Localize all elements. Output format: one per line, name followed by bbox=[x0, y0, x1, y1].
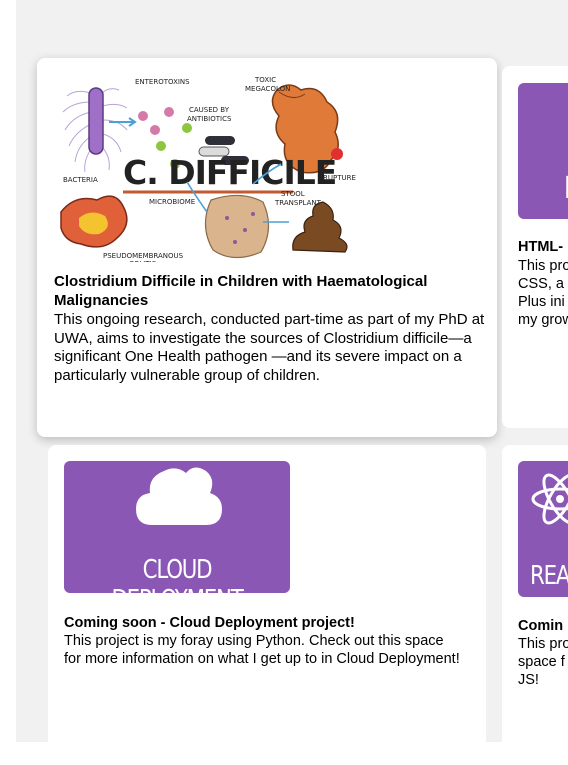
cloud-deployment-thumbnail: CLOUD DEPLOYMENT bbox=[64, 461, 290, 593]
svg-text:TOXIC: TOXIC bbox=[254, 76, 276, 84]
project-card-cdifficile[interactable]: C. DIFFICILE ENTEROTOXINS TOXIC MEGACOLO… bbox=[37, 58, 497, 437]
card-title-partial: HTML- bbox=[518, 239, 564, 255]
svg-text:MEGACOLON: MEGACOLON bbox=[245, 85, 290, 93]
svg-text:RUPTURE: RUPTURE bbox=[323, 174, 356, 182]
project-card-react[interactable]: REA Comin This pro space f JS! bbox=[502, 445, 568, 765]
card-description: This ongoing research, conducted part-ti… bbox=[54, 311, 485, 384]
thumbnail-letter: H bbox=[564, 171, 568, 206]
svg-text:BACTERIA: BACTERIA bbox=[63, 176, 98, 184]
project-card-cloud-deployment[interactable]: CLOUD DEPLOYMENT Coming soon - Cloud Dep… bbox=[48, 445, 486, 765]
card-title: Clostridium Difficile in Children with H… bbox=[54, 273, 428, 309]
card-title: Coming soon - Cloud Deployment project! bbox=[64, 615, 355, 631]
desc-line: This pro bbox=[518, 636, 568, 652]
card-description-partial: This pro CSS, a Plus ini my grow bbox=[518, 257, 568, 329]
svg-text:PSEUDOMEMBRANOUS: PSEUDOMEMBRANOUS bbox=[103, 252, 184, 260]
cdifficile-illustration: C. DIFFICILE ENTEROTOXINS TOXIC MEGACOLO… bbox=[57, 72, 363, 268]
svg-text:TRANSPLANT: TRANSPLANT bbox=[274, 199, 322, 207]
svg-text:COLITIS: COLITIS bbox=[129, 260, 157, 262]
html-project-thumbnail: H bbox=[518, 83, 568, 219]
cloud-icon bbox=[136, 467, 222, 525]
desc-line: JS! bbox=[518, 672, 539, 688]
illustration-title: C. DIFFICILE bbox=[123, 153, 336, 192]
card-description-partial: This pro space f JS! bbox=[518, 635, 568, 689]
svg-text:ANTIBIOTICS: ANTIBIOTICS bbox=[187, 115, 232, 123]
desc-line: This pro bbox=[518, 258, 568, 274]
react-atom-icon bbox=[531, 473, 568, 525]
desc-line: CSS, a bbox=[518, 276, 564, 292]
svg-text:MICROBIOME: MICROBIOME bbox=[149, 198, 195, 206]
svg-text:CAUSED BY: CAUSED BY bbox=[189, 106, 230, 114]
desc-line: Plus ini bbox=[518, 294, 565, 310]
desc-line: space f bbox=[518, 654, 565, 670]
thumbnail-label-partial: REA bbox=[530, 561, 568, 591]
card-description: This project is my foray using Python. C… bbox=[64, 633, 460, 667]
card-title-partial: Comin bbox=[518, 618, 564, 634]
project-card-html[interactable]: H HTML- This pro CSS, a Plus ini my grow bbox=[502, 66, 568, 428]
thumbnail-label: CLOUD DEPLOYMENT bbox=[111, 555, 243, 593]
svg-text:ENTEROTOXINS: ENTEROTOXINS bbox=[135, 78, 190, 86]
bacteria-drawing bbox=[62, 87, 128, 173]
react-project-thumbnail: REA bbox=[518, 461, 568, 597]
desc-line: my grow bbox=[518, 312, 568, 328]
svg-text:STOOL: STOOL bbox=[281, 190, 305, 198]
